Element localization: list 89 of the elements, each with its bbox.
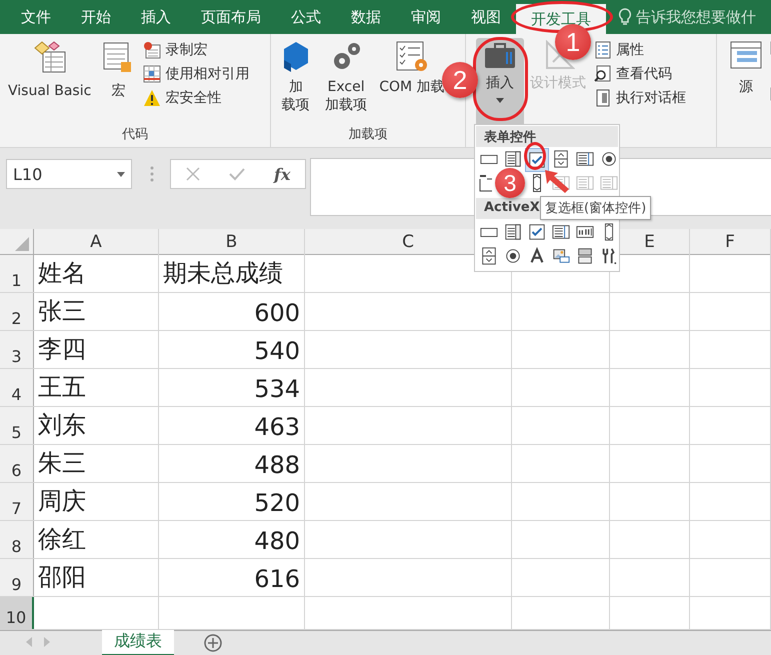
- row-header[interactable]: 5: [0, 407, 34, 444]
- image-control-icon[interactable]: [552, 247, 570, 265]
- ribbon-tab[interactable]: 视图: [456, 0, 516, 34]
- ribbon-tab[interactable]: 文件: [6, 0, 66, 34]
- relative-reference-icon: [143, 65, 162, 83]
- add-sheet-icon[interactable]: [204, 634, 222, 652]
- more-control-icon[interactable]: [600, 247, 618, 265]
- row-header[interactable]: 6: [0, 445, 34, 482]
- row-header[interactable]: 9: [0, 559, 34, 596]
- row-header[interactable]: 10: [0, 597, 34, 629]
- dropdown-arrow-icon: [117, 172, 125, 176]
- spin-control-icon[interactable]: [480, 247, 498, 265]
- group-title: 代码: [121, 126, 149, 144]
- ribbon-command[interactable]: 查看代码: [592, 64, 688, 84]
- scrollbar-control-icon[interactable]: [533, 174, 541, 192]
- listbox-control-icon[interactable]: [576, 150, 594, 168]
- shapes-document-icon: [32, 40, 67, 74]
- lightbulb-icon: [618, 8, 632, 26]
- drag-handle-icon: [150, 166, 154, 182]
- table-cell: 周庆: [34, 483, 159, 520]
- row-header[interactable]: 2: [0, 293, 34, 330]
- dialog-icon: [594, 89, 612, 107]
- sheet-tab[interactable]: 成绩表: [102, 630, 174, 655]
- source-button[interactable]: 源: [725, 38, 767, 147]
- spin-control-icon[interactable]: [552, 150, 570, 168]
- add-in-button[interactable]: 加载项: [275, 38, 317, 125]
- table-cell: 姓名: [34, 255, 159, 292]
- ribbon-tab[interactable]: 公式: [276, 0, 336, 34]
- row-header[interactable]: 4: [0, 369, 34, 406]
- table-cell: 488: [159, 445, 305, 482]
- table-cell: 王五: [34, 369, 159, 406]
- table-cell: 徐红: [34, 521, 159, 558]
- name-box[interactable]: L10: [6, 159, 132, 189]
- table-cell: 520: [159, 483, 305, 520]
- macros-button[interactable]: 宏: [97, 38, 140, 125]
- row-header[interactable]: 8: [0, 521, 34, 558]
- table-cell: 李四: [34, 331, 159, 368]
- combo-control-icon[interactable]: [504, 150, 522, 168]
- table-cell: 540: [159, 331, 305, 368]
- textbox-control-icon[interactable]: [576, 223, 594, 241]
- toolbox-icon: [483, 40, 517, 70]
- ribbon-command[interactable]: 属性: [592, 40, 688, 60]
- record-icon: [143, 41, 162, 59]
- table-cell: 463: [159, 407, 305, 444]
- ribbon-command[interactable]: 执行对话框: [592, 88, 688, 108]
- ribbon-command[interactable]: 使用相对引用: [141, 64, 252, 84]
- ribbon-tab[interactable]: 开始: [66, 0, 126, 34]
- option-control-icon[interactable]: [600, 150, 618, 168]
- tooltip: 复选框(窗体控件): [540, 196, 652, 220]
- visual-basic-button[interactable]: Visual Basic: [4, 38, 96, 125]
- section-header: 表单控件: [476, 126, 618, 147]
- table-cell: 朱三: [34, 445, 159, 482]
- toggle-control-icon[interactable]: [576, 247, 594, 265]
- insert-function-button[interactable]: fx: [274, 164, 290, 184]
- row-header[interactable]: 3: [0, 331, 34, 368]
- ribbon-tab[interactable]: 数据: [336, 0, 396, 34]
- magnifier-document-icon: [594, 65, 612, 83]
- checklist-gear-icon: [394, 40, 429, 74]
- combo-control-icon[interactable]: [504, 223, 522, 241]
- add-in-button[interactable]: Excel 加载项: [319, 38, 374, 125]
- highlight-ellipse: [524, 142, 546, 170]
- row-header[interactable]: 7: [0, 483, 34, 520]
- checkbox-control-icon[interactable]: [528, 223, 546, 241]
- tell-me-field[interactable]: 告诉我您想要做什: [636, 8, 756, 26]
- pointer-arrow: [543, 168, 571, 194]
- table-cell: 张三: [34, 293, 159, 330]
- properties-icon: [594, 41, 612, 59]
- ribbon-tab[interactable]: 插入: [126, 0, 186, 34]
- table-cell: 邵阳: [34, 559, 159, 596]
- table-cell: 616: [159, 559, 305, 596]
- table-cell: 期未总成绩: [159, 255, 305, 292]
- table-cell: 600: [159, 293, 305, 330]
- check-icon[interactable]: [228, 167, 245, 181]
- table-cell: 480: [159, 521, 305, 558]
- listbox-control-icon[interactable]: [552, 223, 570, 241]
- table-cell: 534: [159, 369, 305, 406]
- ribbon-command[interactable]: 录制宏: [141, 40, 252, 60]
- option-control-icon[interactable]: [504, 247, 522, 265]
- groupbox-control-icon[interactable]: [478, 174, 492, 192]
- xml-tree-icon: [729, 40, 763, 70]
- ribbon-tab[interactable]: 审阅: [396, 0, 456, 34]
- ribbon-tab[interactable]: 页面布局: [186, 0, 276, 34]
- ribbon-command[interactable]: 宏安全性: [141, 88, 252, 108]
- label-control-icon[interactable]: [528, 247, 546, 265]
- table-cell: 刘东: [34, 407, 159, 444]
- warning-icon: [143, 89, 162, 107]
- row-header[interactable]: 1: [0, 255, 34, 292]
- caret-icon: [496, 98, 504, 104]
- group-title: 加载项: [348, 126, 388, 144]
